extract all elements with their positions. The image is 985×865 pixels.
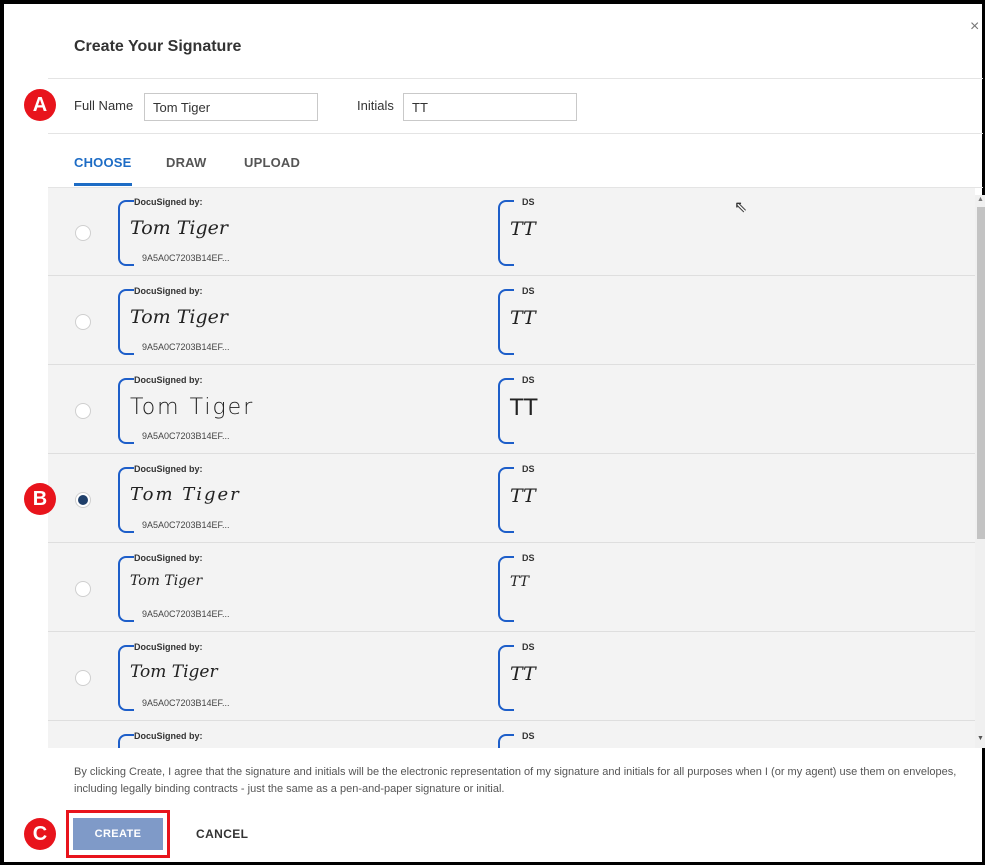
ds-label: DS xyxy=(522,197,535,207)
legal-disclaimer: By clicking Create, I agree that the sig… xyxy=(74,766,957,795)
initials-text: TT xyxy=(510,307,536,329)
divider xyxy=(48,133,983,134)
initials-preview: DS TT xyxy=(498,464,578,533)
callout-b-badge: B xyxy=(24,483,56,515)
signature-preview: DocuSigned by: Tom Tiger 9A5A0C7203B14EF… xyxy=(118,375,318,444)
tab-draw[interactable]: DRAW xyxy=(166,155,207,170)
signature-id: 9A5A0C7203B14EF... xyxy=(142,431,230,441)
docusigned-by-label: DocuSigned by: xyxy=(134,553,203,563)
signature-option-radio-checked[interactable] xyxy=(75,492,91,508)
signature-id: 9A5A0C7203B14EF... xyxy=(142,609,230,619)
full-name-input[interactable] xyxy=(144,93,318,121)
initials-text: TT xyxy=(510,574,529,590)
tab-choose[interactable]: CHOOSE xyxy=(74,155,132,170)
docusigned-by-label: DocuSigned by: xyxy=(134,286,203,296)
signature-id: 9A5A0C7203B14EF... xyxy=(142,253,230,263)
docusigned-by-label: DocuSigned by: xyxy=(134,642,203,652)
ds-label: DS xyxy=(522,375,535,385)
signature-text: Tom Tiger xyxy=(130,484,241,505)
active-tab-indicator xyxy=(74,183,132,186)
signature-text: Tom Tiger xyxy=(130,662,218,682)
full-name-label: Full Name xyxy=(74,98,134,113)
callout-c-badge: C xyxy=(24,818,56,850)
divider xyxy=(48,78,983,79)
signature-preview: DocuSigned by: Tom Tiger 9A5A0C7203B14EF… xyxy=(118,464,318,533)
close-icon[interactable]: × xyxy=(970,18,979,36)
signature-option[interactable]: DocuSigned by: Tom Tiger 9A5A0C7203B14EF… xyxy=(48,188,975,276)
ds-label: DS xyxy=(522,464,535,474)
docusigned-by-label: DocuSigned by: xyxy=(134,197,203,207)
signature-option[interactable]: DocuSigned by: Tom Tiger 9A5A0C7203B14EF… xyxy=(48,633,975,721)
ds-label: DS xyxy=(522,553,535,563)
initials-input[interactable] xyxy=(403,93,577,121)
signature-option[interactable]: DocuSigned by: Tom Tiger 9A5A0C7203B14EF… xyxy=(48,366,975,454)
signature-preview: DocuSigned by: xyxy=(118,731,318,748)
docusigned-by-label: DocuSigned by: xyxy=(134,375,203,385)
signature-id: 9A5A0C7203B14EF... xyxy=(142,342,230,352)
initials-preview: DS TT xyxy=(498,286,578,355)
signature-id: 9A5A0C7203B14EF... xyxy=(142,520,230,530)
initials-text: TT xyxy=(510,218,536,240)
signature-bracket xyxy=(118,734,134,748)
signature-option-selected[interactable]: DocuSigned by: Tom Tiger 9A5A0C7203B14EF… xyxy=(48,455,975,543)
signature-preview: DocuSigned by: Tom Tiger 9A5A0C7203B14EF… xyxy=(118,553,318,622)
signature-id: 9A5A0C7203B14EF... xyxy=(142,698,230,708)
initials-preview: DS TT xyxy=(498,197,578,266)
docusigned-by-label: DocuSigned by: xyxy=(134,464,203,474)
initials-bracket xyxy=(498,734,514,748)
initials-text: TT xyxy=(510,663,536,685)
callout-a-badge: A xyxy=(24,89,56,121)
cancel-button[interactable]: CANCEL xyxy=(190,818,254,850)
initials-preview: DS TT xyxy=(498,553,578,622)
scroll-up-icon[interactable]: ▲ xyxy=(977,196,984,203)
signature-option-radio[interactable] xyxy=(75,314,91,330)
list-scrollbar-thumb[interactable] xyxy=(977,207,985,539)
signature-bracket xyxy=(118,556,134,622)
signature-options-list[interactable]: DocuSigned by: Tom Tiger 9A5A0C7203B14EF… xyxy=(48,188,975,748)
create-button[interactable]: CREATE xyxy=(73,818,163,850)
signature-option[interactable]: DocuSigned by: Tom Tiger 9A5A0C7203B14EF… xyxy=(48,544,975,632)
signature-text: Tom Tiger xyxy=(130,573,203,589)
signature-preview: DocuSigned by: Tom Tiger 9A5A0C7203B14EF… xyxy=(118,286,318,355)
tab-upload[interactable]: UPLOAD xyxy=(244,155,300,170)
initials-preview: DS TT xyxy=(498,375,578,444)
signature-text: Tom Tiger xyxy=(130,306,228,328)
ds-label: DS xyxy=(522,731,535,741)
initials-preview: DS xyxy=(498,731,578,748)
initials-preview: DS TT xyxy=(498,642,578,711)
signature-option-radio[interactable] xyxy=(75,581,91,597)
initials-text: TT xyxy=(510,485,536,507)
signature-option-radio[interactable] xyxy=(75,225,91,241)
initials-text: TT xyxy=(510,396,539,421)
signature-option[interactable]: DocuSigned by: Tom Tiger 9A5A0C7203B14EF… xyxy=(48,277,975,365)
signature-option-radio[interactable] xyxy=(75,403,91,419)
ds-label: DS xyxy=(522,286,535,296)
signature-option[interactable]: DocuSigned by: DS xyxy=(48,722,975,748)
signature-text: Tom Tiger xyxy=(130,395,255,420)
signature-preview: DocuSigned by: Tom Tiger 9A5A0C7203B14EF… xyxy=(118,197,318,266)
signature-option-radio[interactable] xyxy=(75,670,91,686)
signature-text: Tom Tiger xyxy=(130,217,228,239)
signature-preview: DocuSigned by: Tom Tiger 9A5A0C7203B14EF… xyxy=(118,642,318,711)
scroll-down-icon[interactable]: ▼ xyxy=(977,735,984,742)
mouse-cursor-icon: ⇖ xyxy=(734,199,748,216)
dialog-title: Create Your Signature xyxy=(74,38,242,55)
docusigned-by-label: DocuSigned by: xyxy=(134,731,203,741)
initials-label: Initials xyxy=(357,98,394,113)
ds-label: DS xyxy=(522,642,535,652)
